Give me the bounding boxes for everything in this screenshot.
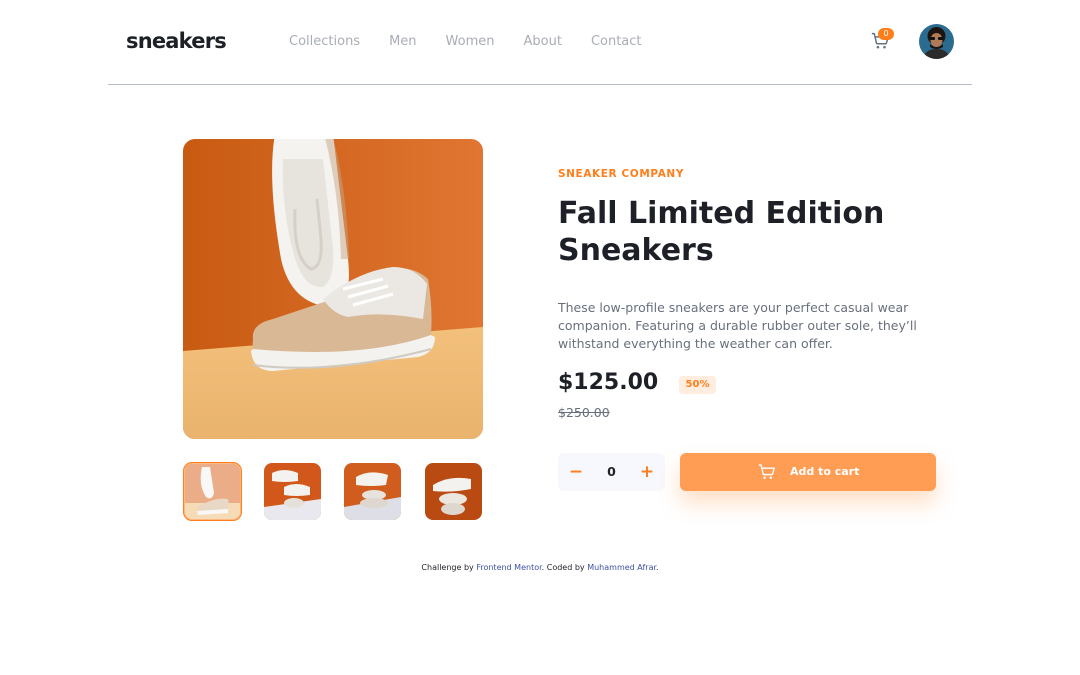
- company-name: SNEAKER COMPANY: [558, 168, 685, 180]
- thumbnail-1[interactable]: [183, 462, 242, 521]
- main-nav: Collections Men Women About Contact: [289, 34, 671, 49]
- thumbnail-4[interactable]: [425, 463, 482, 520]
- quantity-value: 0: [607, 464, 616, 479]
- attribution-middle: . Coded by: [541, 563, 588, 572]
- increase-quantity-button[interactable]: +: [629, 453, 665, 491]
- logo[interactable]: sneakers: [126, 29, 227, 53]
- attribution-suffix: .: [656, 563, 659, 572]
- nav-link-women[interactable]: Women: [446, 34, 495, 49]
- author-link[interactable]: Muhammed Afrar: [587, 563, 656, 572]
- add-to-cart-button[interactable]: Add to cart: [680, 453, 936, 491]
- attribution-footer: Challenge by Frontend Mentor. Coded by M…: [0, 563, 1080, 572]
- nav-link-contact[interactable]: Contact: [591, 34, 642, 49]
- quantity-stepper: − 0 +: [558, 453, 665, 491]
- cart-count-badge: 0: [878, 28, 894, 40]
- nav-link-collections[interactable]: Collections: [289, 34, 360, 49]
- decrease-quantity-button[interactable]: −: [558, 453, 594, 491]
- nav-link-about[interactable]: About: [524, 34, 562, 49]
- product-title: Fall Limited Edition Sneakers: [558, 196, 885, 268]
- discount-badge: 50%: [679, 376, 716, 394]
- thumbnail-2[interactable]: [264, 463, 321, 520]
- avatar[interactable]: [919, 24, 954, 59]
- site-header: sneakers Collections Men Women About Con…: [108, 0, 972, 85]
- original-price: $250.00: [558, 405, 610, 420]
- product-main-image[interactable]: [183, 139, 483, 439]
- nav-link-men[interactable]: Men: [389, 34, 416, 49]
- attribution-prefix: Challenge by: [421, 563, 477, 572]
- product-description: These low-profile sneakers are your perf…: [558, 300, 917, 351]
- frontend-mentor-link[interactable]: Frontend Mentor: [476, 563, 541, 572]
- cart-icon: [758, 464, 775, 480]
- current-price: $125.00: [558, 370, 659, 395]
- add-to-cart-label: Add to cart: [790, 465, 860, 478]
- thumbnail-3[interactable]: [344, 463, 401, 520]
